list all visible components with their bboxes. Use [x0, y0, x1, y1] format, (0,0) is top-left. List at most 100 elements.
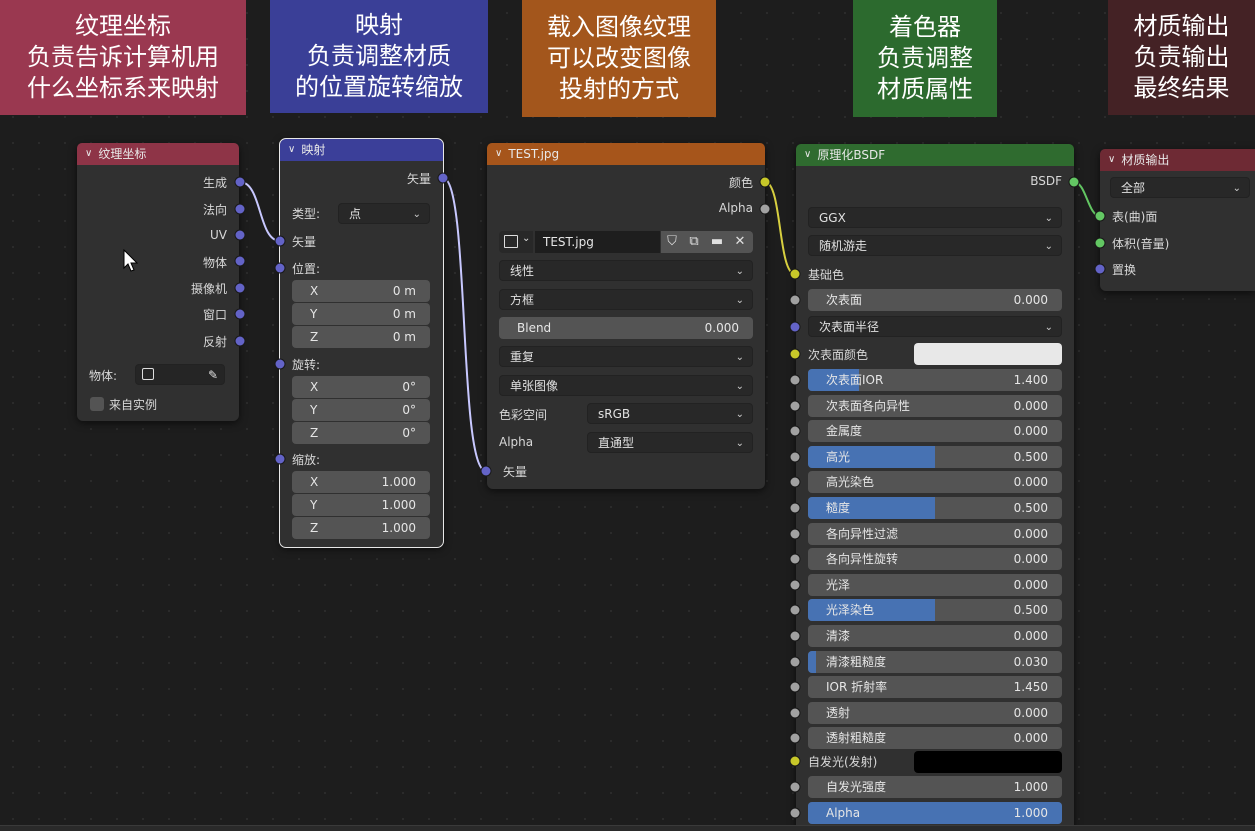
socket-bsdf-param[interactable] — [790, 631, 800, 641]
socket-bsdf-param[interactable] — [790, 426, 800, 436]
subsurface-field[interactable]: 次表面 0.000 — [808, 289, 1062, 311]
socket-bsdf-param[interactable] — [790, 375, 800, 385]
location-y-field[interactable]: Y 0 m — [292, 303, 430, 325]
bsdf-param-field[interactable]: IOR 折射率 1.450 — [808, 676, 1062, 698]
bsdf-param-field[interactable]: 各向异性过滤 0.000 — [808, 523, 1062, 545]
socket-mapping-vector-in[interactable] — [275, 236, 285, 246]
socket-object[interactable] — [235, 256, 245, 266]
location-z-field[interactable]: Z 0 m — [292, 326, 430, 348]
image-texture-node[interactable]: ∨ TEST.jpg 颜色 Alpha ⌄ TEST.jpg ⛉ ⧉ ▬ ✕ 线… — [487, 143, 765, 489]
bsdf-param-field[interactable]: 光泽染色 0.500 — [808, 599, 1062, 621]
socket-bsdf-param[interactable] — [790, 477, 800, 487]
alpha-mode-dropdown[interactable]: 直通型 ⌄ — [587, 432, 753, 453]
texcoord-node[interactable]: ∨ 纹理坐标 生成 法向 UV 物体 摄像机 窗口 反射 物体: ✎ 来自实例 — [77, 143, 239, 421]
socket-bsdf-param[interactable] — [790, 682, 800, 692]
instancer-checkbox[interactable] — [90, 397, 104, 411]
socket-image-color[interactable] — [760, 177, 770, 187]
socket-scale[interactable] — [275, 454, 285, 464]
bsdf-param-field[interactable]: 次表面IOR 1.400 — [808, 369, 1062, 391]
bsdf-node-header[interactable]: ∨ 原理化BSDF — [796, 144, 1074, 166]
principled-bsdf-node[interactable]: ∨ 原理化BSDF BSDF GGX ⌄ 随机游走 ⌄ 基础色 次表面 0.000 次… — [796, 144, 1074, 831]
emission-strength-field[interactable]: 自发光强度 1.000 — [808, 776, 1062, 798]
socket-bsdf-param[interactable] — [790, 452, 800, 462]
socket-bsdf-param[interactable] — [790, 580, 800, 590]
bsdf-param-field[interactable]: 各向异性旋转 0.000 — [808, 548, 1062, 570]
socket-emission[interactable] — [790, 756, 800, 766]
socket-uv[interactable] — [235, 230, 245, 240]
rotation-x-field[interactable]: X 0° — [292, 376, 430, 398]
mapping-node-header[interactable]: ∨ 映射 — [280, 139, 443, 161]
socket-bsdf-param[interactable] — [790, 708, 800, 718]
scale-y-field[interactable]: Y 1.000 — [292, 494, 430, 516]
bsdf-param-field[interactable]: 高光 0.500 — [808, 446, 1062, 468]
image-node-header[interactable]: ∨ TEST.jpg — [487, 143, 765, 165]
socket-generated[interactable] — [235, 177, 245, 187]
rotation-y-field[interactable]: Y 0° — [292, 399, 430, 421]
socket-normal[interactable] — [235, 204, 245, 214]
socket-bsdf-param[interactable] — [790, 503, 800, 513]
socket-subsurface-color[interactable] — [790, 349, 800, 359]
output-node-header[interactable]: ∨ 材质输出 — [1100, 149, 1255, 171]
extension-dropdown[interactable]: 重复 ⌄ — [499, 346, 753, 367]
socket-rotation[interactable] — [275, 359, 285, 369]
bsdf-param-field[interactable]: 次表面各向异性 0.000 — [808, 395, 1062, 417]
bsdf-param-field[interactable]: 透射粗糙度 0.000 — [808, 727, 1062, 749]
shield-icon[interactable]: ⛉ — [662, 232, 682, 252]
socket-bsdf-param[interactable] — [790, 529, 800, 539]
socket-bsdf-param[interactable] — [790, 554, 800, 564]
material-output-node[interactable]: ∨ 材质输出 全部 ⌄ 表(曲)面 体积(音量) 置换 — [1100, 149, 1255, 291]
socket-displacement[interactable] — [1095, 264, 1105, 274]
blend-field[interactable]: Blend 0.000 — [499, 317, 753, 339]
socket-image-vector-in[interactable] — [481, 466, 491, 476]
source-dropdown[interactable]: 单张图像 ⌄ — [499, 375, 753, 396]
chevron-down-icon[interactable]: ∨ — [495, 143, 502, 165]
emission-color-swatch[interactable] — [914, 751, 1062, 773]
socket-window[interactable] — [235, 309, 245, 319]
socket-image-alpha[interactable] — [760, 204, 770, 214]
socket-emission-strength[interactable] — [790, 782, 800, 792]
chevron-down-icon[interactable]: ∨ — [1108, 149, 1115, 171]
bsdf-param-field[interactable]: 光泽 0.000 — [808, 574, 1062, 596]
location-x-field[interactable]: X 0 m — [292, 280, 430, 302]
socket-bsdf-out[interactable] — [1069, 177, 1079, 187]
folder-icon[interactable]: ▬ — [707, 232, 727, 252]
socket-alpha[interactable] — [790, 808, 800, 818]
socket-location[interactable] — [275, 263, 285, 273]
subsurface-method-dropdown[interactable]: 随机游走 ⌄ — [808, 235, 1062, 256]
close-icon[interactable]: ✕ — [730, 232, 750, 252]
socket-reflection[interactable] — [235, 336, 245, 346]
socket-bsdf-param[interactable] — [790, 401, 800, 411]
bsdf-param-field[interactable]: 清漆 0.000 — [808, 625, 1062, 647]
eyedropper-icon[interactable]: ✎ — [208, 365, 218, 386]
bsdf-param-field[interactable]: 高光染色 0.000 — [808, 471, 1062, 493]
bsdf-param-field[interactable]: 糙度 0.500 — [808, 497, 1062, 519]
chevron-down-icon[interactable]: ∨ — [804, 144, 811, 166]
bsdf-param-field[interactable]: 透射 0.000 — [808, 702, 1062, 724]
socket-camera[interactable] — [235, 283, 245, 293]
mapping-node[interactable]: ∨ 映射 矢量 类型: 点 ⌄ 矢量 位置: X 0 m Y 0 m Z 0 m 旋转… — [279, 138, 444, 548]
object-picker[interactable]: ✎ — [135, 364, 225, 385]
alpha-field[interactable]: Alpha 1.000 — [808, 802, 1062, 824]
bsdf-param-field[interactable]: 清漆粗糙度 0.030 — [808, 651, 1062, 673]
socket-volume[interactable] — [1095, 238, 1105, 248]
socket-bsdf-param[interactable] — [790, 605, 800, 615]
chevron-down-icon[interactable]: ∨ — [85, 143, 92, 165]
colorspace-dropdown[interactable]: sRGB ⌄ — [587, 403, 753, 424]
type-dropdown[interactable]: 点 ⌄ — [338, 203, 430, 224]
socket-subsurface-radius[interactable] — [790, 322, 800, 332]
socket-surface[interactable] — [1095, 211, 1105, 221]
chevron-down-icon[interactable]: ∨ — [288, 139, 295, 161]
bsdf-param-field[interactable]: 金属度 0.000 — [808, 420, 1062, 442]
image-name-field[interactable]: TEST.jpg — [535, 231, 660, 253]
target-dropdown[interactable]: 全部 ⌄ — [1110, 177, 1250, 198]
scale-x-field[interactable]: X 1.000 — [292, 471, 430, 493]
duplicate-icon[interactable]: ⧉ — [684, 232, 704, 252]
texcoord-node-header[interactable]: ∨ 纹理坐标 — [77, 143, 239, 165]
projection-dropdown[interactable]: 方框 ⌄ — [499, 289, 753, 310]
socket-bsdf-param[interactable] — [790, 657, 800, 667]
interpolation-dropdown[interactable]: 线性 ⌄ — [499, 260, 753, 281]
distribution-dropdown[interactable]: GGX ⌄ — [808, 207, 1062, 228]
socket-bsdf-param[interactable] — [790, 733, 800, 743]
subsurface-radius-dropdown[interactable]: 次表面半径 ⌄ — [808, 316, 1062, 337]
image-browse-button[interactable]: ⌄ — [499, 231, 533, 253]
